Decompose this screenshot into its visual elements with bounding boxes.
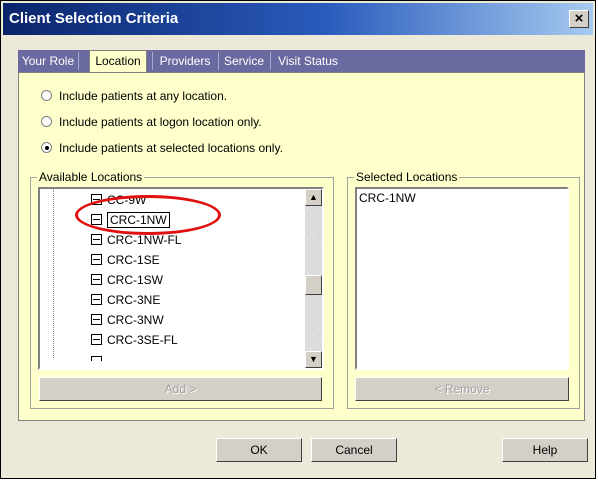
collapse-icon bbox=[91, 214, 102, 225]
collapse-icon bbox=[91, 314, 102, 325]
list-item-label: CRC-1SW bbox=[107, 273, 163, 287]
tab-providers[interactable]: Providers bbox=[154, 50, 216, 72]
list-item-label: CRC-3NE bbox=[107, 293, 161, 307]
collapse-icon bbox=[91, 194, 102, 205]
tab-separator bbox=[78, 52, 79, 70]
tab-strip: Your Role Location Providers Service Vis… bbox=[18, 50, 585, 74]
collapse-icon bbox=[91, 274, 102, 285]
tab-visit-status[interactable]: Visit Status bbox=[272, 50, 344, 72]
list-item-label: CRC-1SE bbox=[107, 253, 160, 267]
tab-location[interactable]: Location bbox=[89, 50, 147, 74]
list-item[interactable]: CC-9W bbox=[91, 191, 146, 209]
list-item-label: CRC-1NW bbox=[107, 212, 170, 228]
list-item[interactable]: CRC-1SE bbox=[91, 251, 160, 269]
tree-guide-line bbox=[53, 189, 54, 358]
radio-selected-locations[interactable]: Include patients at selected locations o… bbox=[41, 141, 283, 155]
list-item-label: CRC-3NW bbox=[107, 313, 164, 327]
vertical-scrollbar[interactable]: ▲ ▼ bbox=[305, 189, 322, 368]
close-button[interactable]: × bbox=[569, 10, 589, 28]
radio-any-location[interactable]: Include patients at any location. bbox=[41, 89, 227, 103]
collapse-icon bbox=[91, 234, 102, 245]
tab-separator bbox=[218, 52, 219, 70]
list-item[interactable]: CRC-1NW bbox=[359, 191, 416, 205]
list-item-label: CRC-1NW-FL bbox=[107, 233, 182, 247]
list-item-focused[interactable]: CRC-1NW bbox=[91, 211, 170, 229]
list-item[interactable]: CRC-1NW-FL bbox=[91, 231, 181, 249]
radio-icon bbox=[41, 90, 52, 101]
tab-your-role[interactable]: Your Role bbox=[20, 50, 76, 72]
available-locations-title: Available Locations bbox=[37, 170, 145, 184]
scroll-down-icon[interactable]: ▼ bbox=[305, 351, 322, 368]
tab-separator bbox=[152, 52, 153, 70]
radio-checked-icon bbox=[41, 142, 52, 153]
collapse-icon bbox=[91, 254, 102, 265]
dialog-window: Client Selection Criteria × Your Role Lo… bbox=[0, 0, 596, 479]
list-item-label: CRC-3SE-FL bbox=[107, 333, 178, 347]
add-button[interactable]: Add > bbox=[39, 377, 322, 401]
tab-service[interactable]: Service bbox=[220, 50, 268, 72]
list-item-partial bbox=[91, 353, 107, 361]
radio-label: Include patients at logon location only. bbox=[59, 115, 262, 129]
tab-separator bbox=[270, 52, 271, 70]
selected-locations-list[interactable]: CRC-1NW bbox=[355, 187, 569, 370]
available-locations-list[interactable]: CC-9W CRC-1NW CRC-1NW-FL CRC-1SE CRC-1SW… bbox=[38, 187, 324, 370]
window-title: Client Selection Criteria bbox=[9, 10, 179, 27]
cancel-button[interactable]: Cancel bbox=[311, 438, 397, 462]
remove-button[interactable]: < Remove bbox=[355, 377, 569, 401]
radio-logon-location[interactable]: Include patients at logon location only. bbox=[41, 115, 262, 129]
selected-locations-title: Selected Locations bbox=[354, 170, 460, 184]
title-bar[interactable]: Client Selection Criteria × bbox=[3, 3, 593, 35]
collapse-icon bbox=[91, 356, 102, 361]
radio-label: Include patients at selected locations o… bbox=[59, 141, 283, 155]
list-item[interactable]: CRC-1SW bbox=[91, 271, 163, 289]
scroll-thumb[interactable] bbox=[305, 275, 322, 295]
radio-icon bbox=[41, 116, 52, 127]
ok-button[interactable]: OK bbox=[216, 438, 302, 462]
collapse-icon bbox=[91, 334, 102, 345]
radio-label: Include patients at any location. bbox=[59, 89, 228, 103]
scroll-up-icon[interactable]: ▲ bbox=[305, 189, 322, 206]
collapse-icon bbox=[91, 294, 102, 305]
help-button[interactable]: Help bbox=[502, 438, 588, 462]
list-item[interactable]: CRC-3NW bbox=[91, 311, 164, 329]
list-item-label: CC-9W bbox=[107, 193, 147, 207]
list-item[interactable]: CRC-3SE-FL bbox=[91, 331, 178, 349]
list-item[interactable]: CRC-3NE bbox=[91, 291, 160, 309]
